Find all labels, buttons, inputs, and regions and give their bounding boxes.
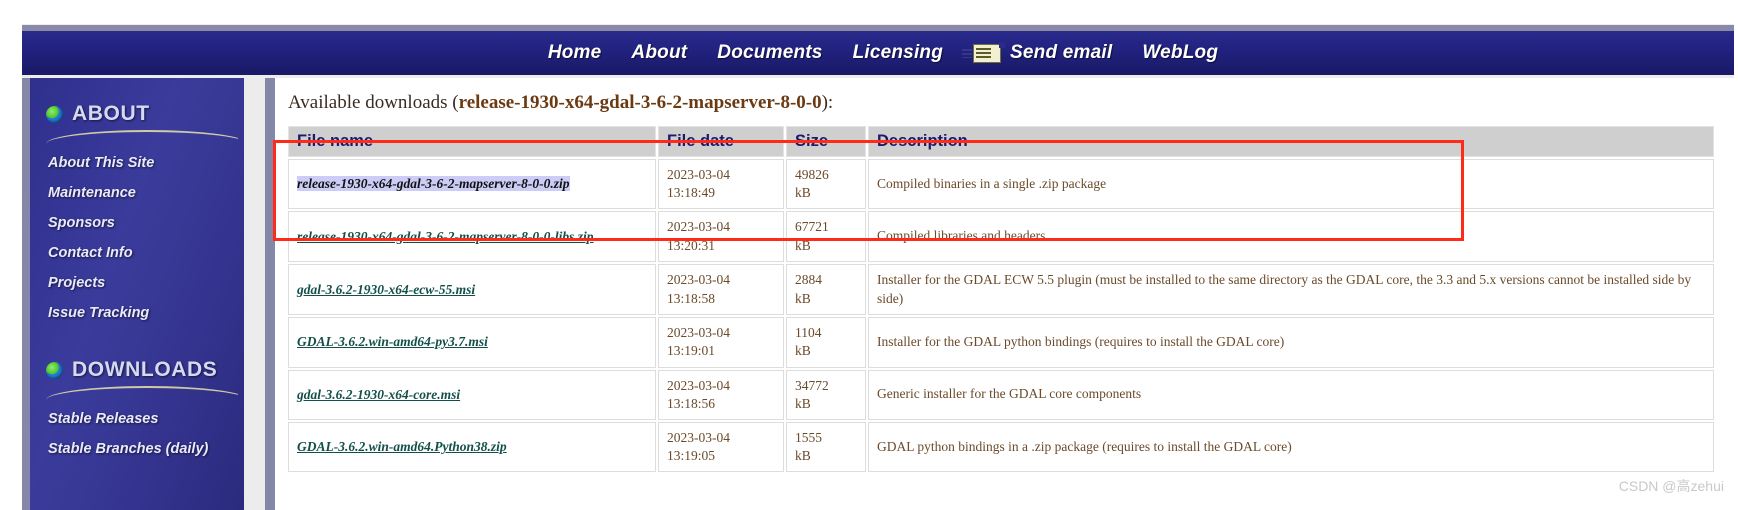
page-right-margin bbox=[1734, 0, 1738, 510]
sidebar-group-about: ABOUT About This Site Maintenance Sponso… bbox=[30, 102, 244, 328]
file-name-link[interactable]: release-1930-x64-gdal-3-6-2-mapserver-8-… bbox=[297, 229, 594, 244]
downloads-table: File name File date Size Description rel… bbox=[286, 124, 1716, 474]
page-title-suffix: ): bbox=[821, 92, 834, 113]
file-size-cell: 1555 kB bbox=[786, 422, 866, 473]
nav-item-home[interactable]: Home bbox=[548, 42, 602, 64]
sidebar-group-downloads-title: DOWNLOADS bbox=[72, 358, 218, 381]
sidebar-divider bbox=[46, 128, 238, 144]
nav-item-send-email[interactable]: Send email bbox=[962, 41, 1113, 64]
sidebar-group-about-title: ABOUT bbox=[72, 102, 150, 125]
envelope-motion-lines-icon bbox=[962, 48, 973, 58]
file-description-cell: Installer for the GDAL ECW 5.5 plugin (m… bbox=[868, 263, 1714, 316]
column-header-file-date[interactable]: File date bbox=[658, 126, 784, 157]
table-row: gdal-3.6.2-1930-x64-core.msi 2023-03-04 … bbox=[288, 369, 1714, 420]
file-size-cell: 49826 kB bbox=[786, 159, 866, 210]
table-row: release-1930-x64-gdal-3-6-2-mapserver-8-… bbox=[288, 159, 1714, 210]
sidebar: ABOUT About This Site Maintenance Sponso… bbox=[22, 78, 244, 510]
file-size-cell: 34772 kB bbox=[786, 369, 866, 420]
file-date-cell: 2023-03-04 13:18:49 bbox=[658, 159, 784, 210]
file-description-cell: Generic installer for the GDAL core comp… bbox=[868, 369, 1714, 420]
file-date-cell: 2023-03-04 13:18:58 bbox=[658, 263, 784, 316]
file-name-link[interactable]: GDAL-3.6.2.win-amd64.Python38.zip bbox=[297, 439, 507, 454]
file-description-cell: Compiled binaries in a single .zip packa… bbox=[868, 159, 1714, 210]
file-date-cell: 2023-03-04 13:18:56 bbox=[658, 369, 784, 420]
table-row: GDAL-3.6.2.win-amd64.Python38.zip 2023-0… bbox=[288, 422, 1714, 473]
file-name-link[interactable]: gdal-3.6.2-1930-x64-core.msi bbox=[297, 387, 460, 402]
file-date-cell: 2023-03-04 13:20:31 bbox=[658, 211, 784, 262]
browser-page: Home About Documents Licensing Send emai… bbox=[0, 0, 1738, 510]
file-name-cell[interactable]: GDAL-3.6.2.win-amd64.Python38.zip bbox=[288, 422, 656, 473]
sidebar-item-sponsors[interactable]: Sponsors bbox=[30, 208, 244, 238]
file-size-cell: 2884 kB bbox=[786, 263, 866, 316]
page-title-prefix: Available downloads ( bbox=[288, 92, 459, 113]
sidebar-item-stable-releases[interactable]: Stable Releases bbox=[30, 404, 244, 434]
sidebar-item-contact-info[interactable]: Contact Info bbox=[30, 238, 244, 268]
table-header-row: File name File date Size Description bbox=[288, 126, 1714, 157]
globe-icon bbox=[46, 105, 63, 123]
globe-icon bbox=[46, 361, 63, 379]
downloads-table-body: release-1930-x64-gdal-3-6-2-mapserver-8-… bbox=[288, 159, 1714, 473]
column-header-description[interactable]: Description bbox=[868, 126, 1714, 157]
file-name-link[interactable]: gdal-3.6.2-1930-x64-ecw-55.msi bbox=[297, 282, 475, 297]
sidebar-group-about-header: ABOUT bbox=[30, 102, 244, 126]
nav-item-about[interactable]: About bbox=[631, 42, 687, 64]
file-name-cell[interactable]: GDAL-3.6.2.win-amd64-py3.7.msi bbox=[288, 317, 656, 368]
top-navigation-bar: Home About Documents Licensing Send emai… bbox=[22, 25, 1734, 75]
navbar-top-strip bbox=[22, 25, 1734, 31]
page-title-package: release-1930-x64-gdal-3-6-2-mapserver-8-… bbox=[458, 92, 822, 113]
table-row: gdal-3.6.2-1930-x64-ecw-55.msi 2023-03-0… bbox=[288, 263, 1714, 316]
envelope-icon bbox=[962, 41, 1006, 63]
file-name-cell[interactable]: gdal-3.6.2-1930-x64-core.msi bbox=[288, 369, 656, 420]
file-description-cell: GDAL python bindings in a .zip package (… bbox=[868, 422, 1714, 473]
nav-item-documents[interactable]: Documents bbox=[717, 42, 822, 64]
file-size-cell: 1104 kB bbox=[786, 317, 866, 368]
column-header-size[interactable]: Size bbox=[786, 126, 866, 157]
sidebar-group-downloads: DOWNLOADS Stable Releases Stable Branche… bbox=[30, 358, 244, 464]
file-name-cell[interactable]: gdal-3.6.2-1930-x64-ecw-55.msi bbox=[288, 263, 656, 316]
page-title: Available downloads (release-1930-x64-gd… bbox=[275, 78, 1734, 124]
table-row: GDAL-3.6.2.win-amd64-py3.7.msi 2023-03-0… bbox=[288, 317, 1714, 368]
file-size-cell: 67721 kB bbox=[786, 211, 866, 262]
sidebar-item-about-this-site[interactable]: About This Site bbox=[30, 148, 244, 178]
watermark: CSDN @高zehui bbox=[1618, 478, 1724, 494]
sidebar-item-projects[interactable]: Projects bbox=[30, 268, 244, 298]
sidebar-item-stable-branches-daily[interactable]: Stable Branches (daily) bbox=[30, 434, 244, 464]
sidebar-group-downloads-header: DOWNLOADS bbox=[30, 358, 244, 382]
page-left-margin bbox=[0, 0, 22, 510]
nav-item-weblog[interactable]: WebLog bbox=[1142, 42, 1218, 64]
navbar-items: Home About Documents Licensing Send emai… bbox=[548, 41, 1218, 64]
file-name-link[interactable]: GDAL-3.6.2.win-amd64-py3.7.msi bbox=[297, 334, 488, 349]
page-top-margin bbox=[0, 0, 1738, 24]
file-name-cell[interactable]: release-1930-x64-gdal-3-6-2-mapserver-8-… bbox=[288, 211, 656, 262]
sidebar-item-issue-tracking[interactable]: Issue Tracking bbox=[30, 298, 244, 328]
file-date-cell: 2023-03-04 13:19:01 bbox=[658, 317, 784, 368]
column-header-file-name[interactable]: File name bbox=[288, 126, 656, 157]
file-description-cell: Compiled libraries and headers bbox=[868, 211, 1714, 262]
file-date-cell: 2023-03-04 13:19:05 bbox=[658, 422, 784, 473]
sidebar-divider bbox=[46, 384, 238, 400]
file-description-cell: Installer for the GDAL python bindings (… bbox=[868, 317, 1714, 368]
sidebar-item-maintenance[interactable]: Maintenance bbox=[30, 178, 244, 208]
table-row: release-1930-x64-gdal-3-6-2-mapserver-8-… bbox=[288, 211, 1714, 262]
main-content: Available downloads (release-1930-x64-gd… bbox=[265, 78, 1734, 510]
file-name-cell[interactable]: release-1930-x64-gdal-3-6-2-mapserver-8-… bbox=[288, 159, 656, 210]
nav-item-send-email-label: Send email bbox=[1010, 42, 1113, 63]
nav-item-licensing[interactable]: Licensing bbox=[853, 42, 943, 64]
file-name-link[interactable]: release-1930-x64-gdal-3-6-2-mapserver-8-… bbox=[297, 176, 570, 192]
